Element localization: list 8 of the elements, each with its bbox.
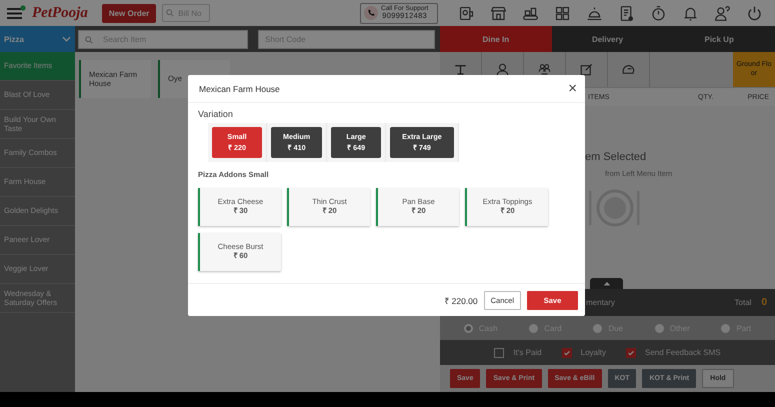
total-value: 0 (761, 297, 767, 308)
variation-label: Variation (198, 109, 233, 119)
total-label: Total (734, 298, 752, 307)
empty-title: em Selected (585, 151, 646, 163)
brand-logo: PetPooja (32, 4, 88, 22)
dialog-title: Mexican Farm House (199, 84, 280, 94)
complimentary-label: mentary (586, 298, 615, 307)
dialog-total: ₹ 220.00 (444, 294, 478, 306)
